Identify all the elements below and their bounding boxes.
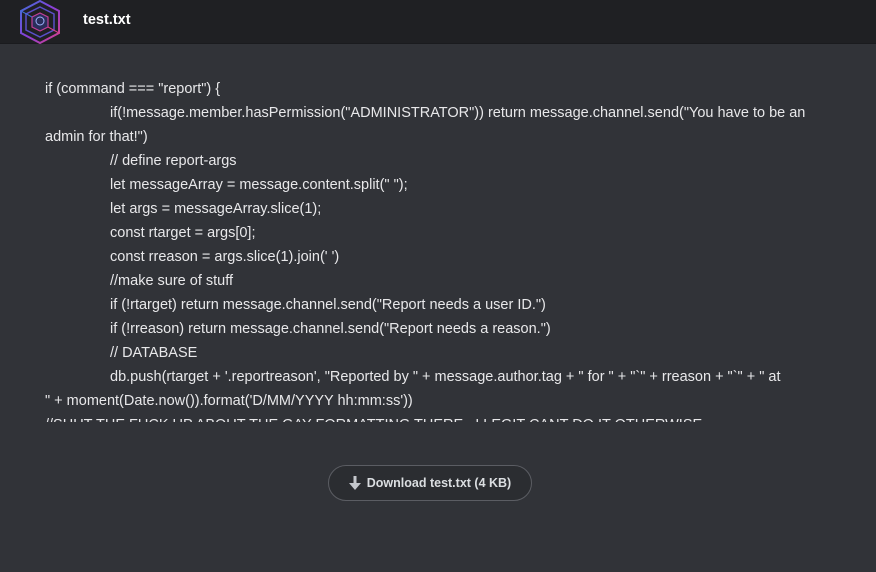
download-button[interactable]: Download test.txt (4 KB): [328, 465, 532, 501]
code-line: if(!message.member.hasPermission("ADMINI…: [110, 105, 806, 121]
top-bar: test.txt: [0, 0, 876, 45]
code-line: const rreason = args.slice(1).join(' '): [110, 249, 340, 265]
code-line: const rtarget = args[0];: [110, 225, 256, 241]
code-line: // define report-args: [110, 153, 237, 169]
code-line: if (!rreason) return message.channel.sen…: [110, 321, 551, 337]
file-title: test.txt: [83, 12, 131, 28]
code-line: // DATABASE: [110, 345, 198, 361]
code-line: db.push(rtarget + '.reportreason', "Repo…: [110, 369, 781, 385]
code-line: let args = messageArray.slice(1);: [110, 201, 322, 217]
arrow-down-icon: [348, 476, 361, 490]
text-content[interactable]: if (command === "report") { if(!message.…: [45, 77, 835, 422]
download-label: Download test.txt (4 KB): [366, 476, 512, 490]
code-line: if (!rtarget) return message.channel.sen…: [110, 297, 546, 313]
code-line: //make sure of stuff: [110, 273, 234, 289]
hexagon-cube-logo-icon: [16, 0, 64, 45]
code-line: admin for that!"): [45, 129, 148, 145]
code-line: //SHUT THE FUCK UP ABOUT THE GAY FORMATT…: [45, 413, 835, 422]
file-preview: if (command === "report") { if(!message.…: [0, 45, 876, 572]
code-line: let messageArray = message.content.split…: [110, 177, 408, 193]
code-line: " + moment(Date.now()).format('D/MM/YYYY…: [45, 393, 413, 409]
code-line: if (command === "report") {: [45, 81, 221, 97]
